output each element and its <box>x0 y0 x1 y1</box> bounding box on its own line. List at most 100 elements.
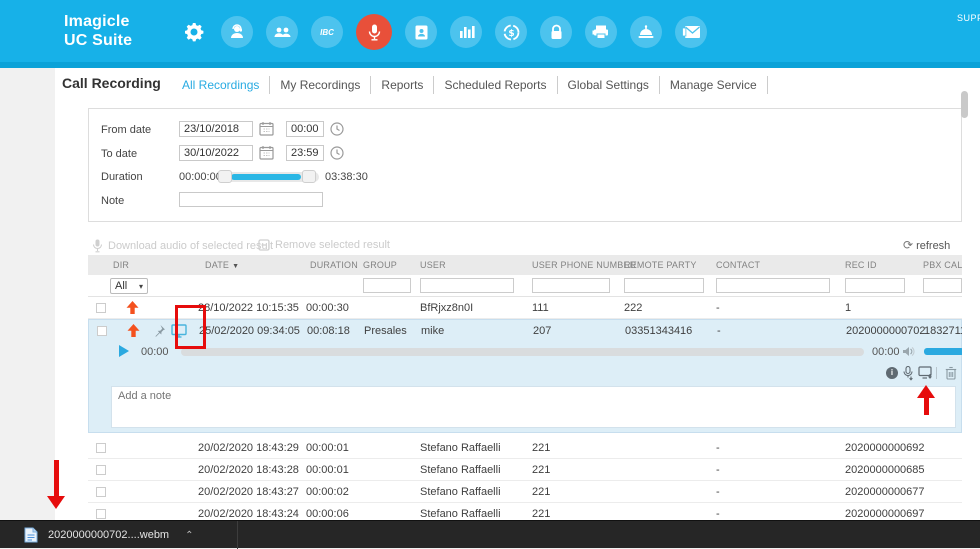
annotation-arrow-down <box>54 460 59 496</box>
col-dir[interactable]: DIR <box>113 260 129 270</box>
rec-id-filter-input[interactable] <box>845 278 905 293</box>
speaker-icon[interactable] <box>902 346 915 360</box>
pin-icon[interactable] <box>153 324 166 340</box>
tab-scheduled-reports[interactable]: Scheduled Reports <box>434 76 557 94</box>
remote-party-filter-input[interactable] <box>624 278 704 293</box>
table-row[interactable]: 20/02/2020 18:43:24 00:00:06 Stefano Raf… <box>88 503 962 520</box>
download-audio-action[interactable]: Download audio of selected result <box>92 239 273 253</box>
user-filter-input[interactable] <box>420 278 514 293</box>
row-checkbox[interactable] <box>96 303 106 313</box>
col-duration[interactable]: DURATION <box>310 260 358 270</box>
table-row-selected[interactable]: 25/02/2020 09:34:05 00:08:18 Presales mi… <box>89 320 961 342</box>
direction-outgoing-icon <box>126 301 139 317</box>
volume-bar[interactable] <box>924 348 962 355</box>
table-row[interactable]: 20/02/2020 18:43:29 00:00:01 Stefano Raf… <box>88 437 962 459</box>
refresh-button[interactable]: ⟳refresh <box>903 238 950 252</box>
table-row[interactable]: 20/02/2020 18:43:28 00:00:01 Stefano Raf… <box>88 459 962 481</box>
file-icon <box>24 527 38 543</box>
from-date-calendar-icon[interactable] <box>259 121 274 141</box>
to-time-clock-icon[interactable] <box>330 146 344 165</box>
remove-result-action[interactable]: Remove selected result <box>258 239 390 251</box>
tab-my-recordings[interactable]: My Recordings <box>270 76 371 94</box>
duration-slider-handle-min[interactable] <box>218 170 232 183</box>
scrollbar-thumb[interactable] <box>961 91 968 118</box>
contact-filter-input[interactable] <box>716 278 830 293</box>
row-checkbox[interactable] <box>97 326 107 336</box>
col-user[interactable]: USER <box>420 260 446 270</box>
from-time-clock-icon[interactable] <box>330 122 344 141</box>
row-checkbox[interactable] <box>96 443 106 453</box>
download-audio-icon[interactable] <box>902 366 914 384</box>
phone-filter-input[interactable] <box>532 278 610 293</box>
people-group-icon[interactable] <box>266 16 298 48</box>
col-rec-id[interactable]: REC ID <box>845 260 877 270</box>
tab-all-recordings[interactable]: All Recordings <box>172 76 270 94</box>
play-button[interactable] <box>119 345 129 357</box>
logo-line2: UC Suite <box>64 31 132 50</box>
cell-date: 20/02/2020 18:43:29 <box>198 442 299 454</box>
cell-contact: - <box>716 302 720 314</box>
downloaded-file-chip[interactable]: 2020000000702....webm ⌃ <box>0 521 238 549</box>
col-date[interactable]: DATE▼ <box>205 260 239 270</box>
to-date-label: To date <box>101 148 137 160</box>
cell-user: Stefano Raffaelli <box>420 442 501 454</box>
cell-rec-id: 2020000000692 <box>845 442 925 454</box>
ibc-icon[interactable]: IBC <box>311 16 343 48</box>
add-note-textarea[interactable] <box>112 387 955 427</box>
hotel-bell-icon[interactable] <box>630 16 662 48</box>
trash-icon[interactable] <box>945 366 957 383</box>
to-date-calendar-icon[interactable] <box>259 145 274 165</box>
recording-actions: i <box>89 365 961 386</box>
tab-global-settings[interactable]: Global Settings <box>558 76 660 94</box>
note-filter-input[interactable] <box>179 192 323 207</box>
contact-directory-icon[interactable] <box>405 16 437 48</box>
col-pbx-call-id[interactable]: PBX CALL ID <box>923 260 962 270</box>
info-icon[interactable]: i <box>886 367 898 379</box>
fax-printer-icon[interactable] <box>585 16 617 48</box>
duration-label: Duration <box>101 171 143 183</box>
cell-date: 25/02/2020 09:34:05 <box>199 325 300 337</box>
direction-outgoing-icon <box>127 324 140 340</box>
agent-headset-icon[interactable] <box>221 16 253 48</box>
row-checkbox[interactable] <box>96 509 106 519</box>
remove-icon <box>258 239 270 251</box>
row-checkbox[interactable] <box>96 465 106 475</box>
table-row[interactable]: 28/10/2022 10:15:35 00:00:30 BfRjxz8n0I … <box>88 297 962 319</box>
annotation-highlight-rectangle <box>175 305 206 349</box>
support-link[interactable]: SUPP <box>957 13 980 23</box>
download-screen-recording-icon[interactable] <box>918 366 933 383</box>
to-time-input[interactable] <box>286 145 324 161</box>
tab-manage-service[interactable]: Manage Service <box>660 76 768 94</box>
col-user-phone-number[interactable]: USER PHONE NUMBER <box>532 260 636 270</box>
row-checkbox[interactable] <box>96 487 106 497</box>
currency-dollar-icon[interactable]: $ <box>495 16 527 48</box>
gear-icon[interactable] <box>180 16 208 48</box>
recordings-table: DIR DATE▼ DURATION GROUP USER USER PHONE… <box>88 255 962 520</box>
cell-contact: - <box>717 325 721 337</box>
dir-filter-select[interactable]: All▾ <box>110 278 148 294</box>
cell-phone: 221 <box>532 486 550 498</box>
group-filter-input[interactable] <box>363 278 411 293</box>
duration-slider-handle-max[interactable] <box>302 170 316 183</box>
call-recording-microphone-icon[interactable] <box>356 14 392 50</box>
col-remote-party[interactable]: REMOTE PARTY <box>624 260 697 270</box>
col-contact[interactable]: CONTACT <box>716 260 760 270</box>
chevron-up-icon[interactable]: ⌃ <box>185 530 193 541</box>
to-date-input[interactable] <box>179 145 253 161</box>
annotation-arrow-down-head <box>47 496 65 509</box>
lock-icon[interactable] <box>540 16 572 48</box>
cell-contact: - <box>716 508 720 520</box>
col-group[interactable]: GROUP <box>363 260 397 270</box>
cell-duration: 00:00:01 <box>306 464 349 476</box>
tab-reports[interactable]: Reports <box>371 76 434 94</box>
table-row[interactable]: 20/02/2020 18:43:27 00:00:02 Stefano Raf… <box>88 481 962 503</box>
envelope-icon[interactable] <box>675 16 707 48</box>
from-date-input[interactable] <box>179 121 253 137</box>
cell-user: BfRjxz8n0I <box>420 302 473 314</box>
from-time-input[interactable] <box>286 121 324 137</box>
seek-bar[interactable] <box>181 348 864 356</box>
cell-date: 28/10/2022 10:15:35 <box>198 302 299 314</box>
remaining-time: 00:00 <box>872 346 900 358</box>
bar-chart-icon[interactable] <box>450 16 482 48</box>
pbx-filter-input[interactable] <box>923 278 962 293</box>
